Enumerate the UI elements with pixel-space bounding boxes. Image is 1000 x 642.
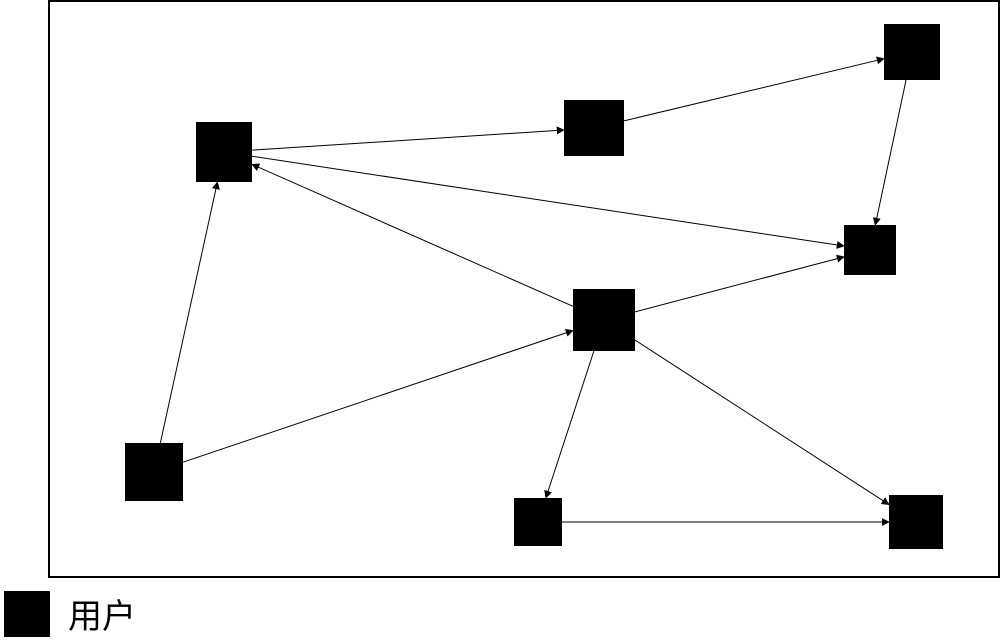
diagram-frame xyxy=(48,0,1000,578)
user-node xyxy=(844,225,896,275)
user-node xyxy=(564,100,624,156)
user-node xyxy=(125,443,183,501)
user-node xyxy=(573,289,635,351)
legend-label: 用户 xyxy=(68,589,136,638)
user-node xyxy=(514,498,562,546)
user-node xyxy=(196,122,252,182)
user-node xyxy=(889,495,943,549)
user-square-icon xyxy=(4,591,50,637)
user-node xyxy=(884,24,940,80)
legend: 用户 xyxy=(4,589,136,638)
